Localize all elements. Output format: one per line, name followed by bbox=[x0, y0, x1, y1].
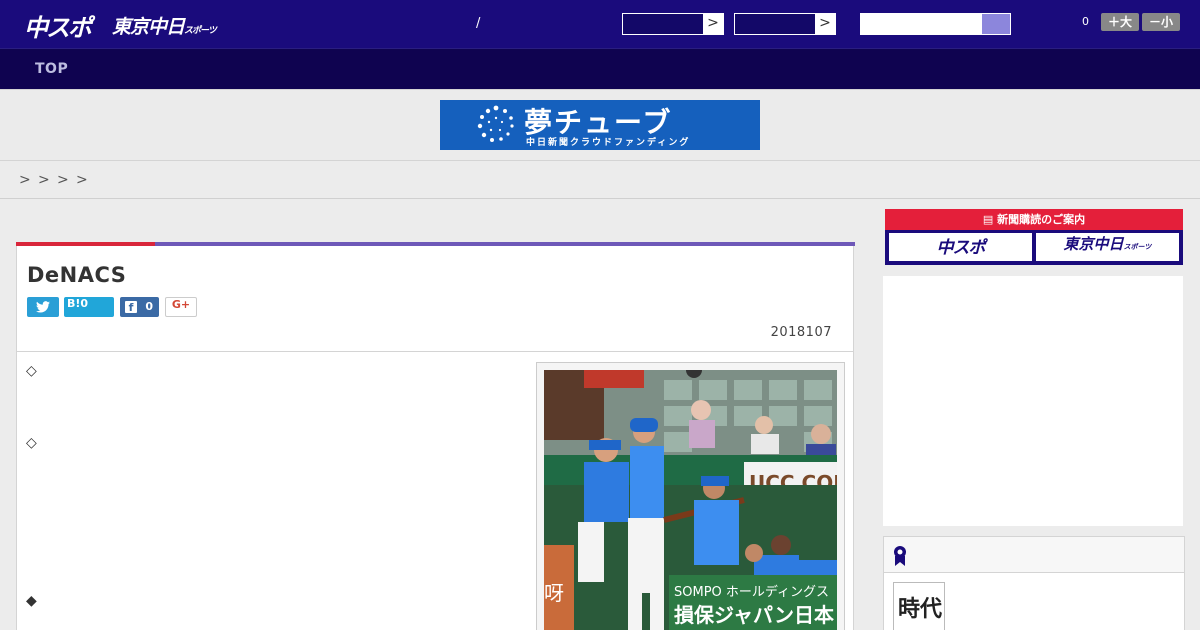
breadcrumb-separator: > bbox=[38, 172, 50, 188]
breadcrumb-separator: > bbox=[19, 172, 31, 188]
chevron-right-icon[interactable]: > bbox=[815, 14, 835, 34]
subscribe-tokyo-sub: スポーツ bbox=[1123, 243, 1152, 251]
article-divider bbox=[17, 351, 853, 352]
svg-text:呀: 呀 bbox=[544, 581, 564, 605]
chevron-right-icon[interactable]: > bbox=[703, 14, 723, 34]
sidebar-ad[interactable] bbox=[883, 276, 1183, 526]
ranking-medal-icon bbox=[894, 546, 906, 566]
chuspo-logo[interactable]: 中スポ bbox=[24, 8, 92, 43]
category-select-1[interactable]: > bbox=[622, 13, 724, 35]
article-title: DeNACS bbox=[27, 263, 127, 287]
article-date: 2018107 bbox=[770, 325, 832, 340]
facebook-icon: f bbox=[125, 301, 137, 314]
subscribe-tokyo-chunichi-button[interactable]: 東京中日スポーツ bbox=[1036, 233, 1179, 261]
breadcrumb-separator: > bbox=[57, 172, 69, 188]
subscribe-tokyo-text: 東京中日 bbox=[1063, 235, 1124, 253]
twitter-bird-icon bbox=[36, 301, 50, 313]
section-marker: ◆ bbox=[26, 593, 37, 609]
subscription-header-text: 新聞購読のご案内 bbox=[997, 213, 1086, 226]
category-select-2[interactable]: > bbox=[734, 13, 836, 35]
subscribe-chuspo-button[interactable]: 中スポ bbox=[889, 233, 1032, 261]
facebook-share-button[interactable]: f 0 bbox=[120, 297, 159, 317]
facebook-count: 0 bbox=[145, 300, 153, 313]
search-button[interactable] bbox=[982, 14, 1010, 34]
yume-tube-banner[interactable]: 夢チューブ 中日新聞クラウドファンディング bbox=[440, 100, 760, 150]
ranking-thumb-text: 時代 bbox=[898, 596, 943, 622]
article-photo[interactable]: UCC COFFEE 呀 SOMPO ホールディングス 損保ジャパン日本 bbox=[544, 370, 837, 630]
hatena-bookmark-button[interactable]: B!0 bbox=[64, 297, 114, 317]
dot-circle-icon bbox=[477, 105, 514, 142]
article-accent-red bbox=[16, 242, 155, 246]
search-box bbox=[860, 13, 1011, 35]
sponsor-bottom-text: 損保ジャパン日本 bbox=[674, 603, 834, 627]
header-slash: / bbox=[476, 16, 481, 31]
article-photo-frame: UCC COFFEE 呀 SOMPO ホールディングス 損保ジャパン日本 bbox=[536, 362, 845, 630]
section-marker: ◇ bbox=[26, 435, 37, 451]
google-plus-button[interactable]: G+ bbox=[165, 297, 197, 317]
article-accent-purple bbox=[155, 242, 855, 246]
subscription-header: ▤ 新聞購読のご案内 bbox=[885, 209, 1183, 230]
section-marker: ◇ bbox=[26, 363, 37, 379]
tokyo-logo-text: 東京中日 bbox=[112, 16, 185, 38]
font-larger-button[interactable]: ＋大 bbox=[1101, 13, 1139, 31]
tokyo-logo-sub: スポーツ bbox=[184, 26, 217, 36]
font-size-count: 0 bbox=[1082, 15, 1089, 28]
hatena-count: 0 bbox=[80, 297, 89, 310]
ranking-header bbox=[884, 537, 1184, 573]
ranking-box: 時代 bbox=[883, 536, 1185, 630]
breadcrumb-separator: > bbox=[76, 172, 88, 188]
main-nav: TOP bbox=[0, 48, 1200, 89]
hatena-label: B! bbox=[67, 297, 81, 310]
article: DeNACS B!0 f 0 G+ 2018107 ◇ ◇ ◆ UCC CO 呀… bbox=[16, 242, 855, 630]
sponsor-top-text: SOMPO ホールディングス bbox=[674, 584, 829, 600]
top-header: 中スポ 東京中日スポーツ / > > 0 ＋大 －小 bbox=[0, 0, 1200, 48]
tokyo-chunichi-logo[interactable]: 東京中日スポーツ bbox=[112, 12, 217, 39]
breadcrumb: > > > > bbox=[0, 161, 1200, 199]
banner-subtitle: 中日新聞クラウドファンディング bbox=[526, 138, 691, 148]
twitter-share-button[interactable] bbox=[27, 297, 59, 317]
banner-area: 夢チューブ 中日新聞クラウドファンディング bbox=[0, 89, 1200, 161]
search-input[interactable] bbox=[861, 14, 983, 34]
newspaper-subscription: ▤ 新聞購読のご案内 中スポ 東京中日スポーツ bbox=[885, 209, 1183, 265]
ranking-thumbnail[interactable]: 時代 bbox=[893, 582, 945, 630]
font-smaller-button[interactable]: －小 bbox=[1142, 13, 1180, 31]
newspaper-icon: ▤ bbox=[982, 213, 998, 226]
nav-item-top[interactable]: TOP bbox=[35, 61, 68, 77]
